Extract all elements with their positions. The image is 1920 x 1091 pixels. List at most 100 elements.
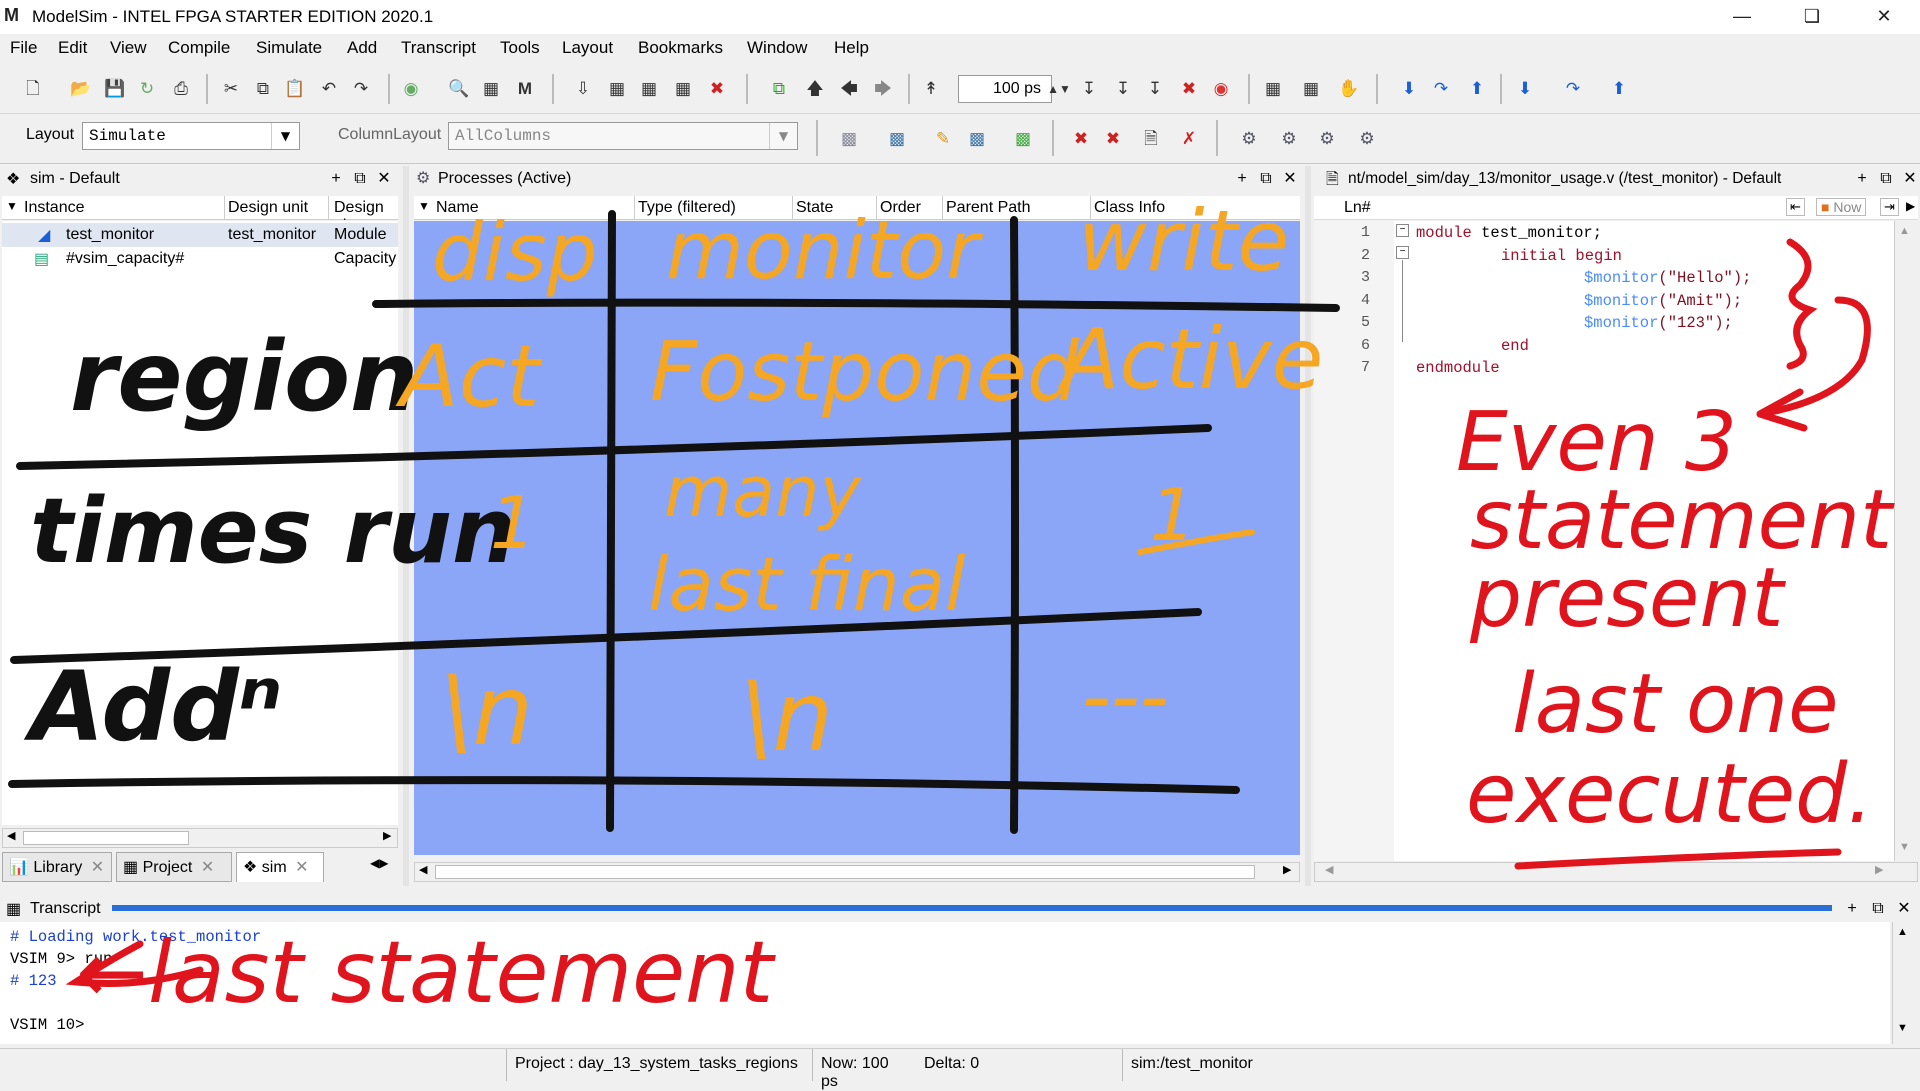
step-out-icon[interactable]: ⬆: [1464, 76, 1490, 102]
scrollbar-thumb[interactable]: [23, 831, 189, 845]
col-type[interactable]: Type (filtered): [638, 199, 736, 217]
processes-horizontal-scrollbar[interactable]: ◀ ▶: [414, 862, 1300, 882]
scroll-left-icon[interactable]: ◀: [1325, 863, 1333, 876]
title-gripper[interactable]: [112, 905, 1832, 911]
cut-icon[interactable]: ✂: [218, 76, 244, 102]
restart-icon[interactable]: ↟: [918, 76, 944, 102]
table-row[interactable]: ◢ test_monitor test_monitor Module: [2, 223, 398, 247]
expand-icon[interactable]: ✖: [1100, 126, 1126, 152]
next-icon[interactable]: ⇥: [1880, 198, 1899, 216]
break-run-icon[interactable]: ✖: [1176, 76, 1202, 102]
gear-icon[interactable]: ⚙: [1354, 126, 1380, 152]
memory-icon[interactable]: ▦: [1298, 76, 1324, 102]
menu-add[interactable]: Add: [347, 38, 377, 58]
sim-horizontal-scrollbar[interactable]: ◀ ▶: [2, 828, 398, 848]
paste-icon[interactable]: 📋: [282, 76, 308, 102]
gear-icon[interactable]: ⚙: [1236, 126, 1262, 152]
minimize-icon[interactable]: —: [1714, 0, 1770, 34]
close-icon[interactable]: ✕: [1900, 169, 1920, 189]
tab-library[interactable]: 📊 Library ✕: [2, 852, 112, 882]
continue-icon[interactable]: ↧: [1110, 76, 1136, 102]
undock-icon[interactable]: ⧉: [350, 169, 370, 189]
page-icon[interactable]: 🗎: [1138, 126, 1164, 152]
col-parent-path[interactable]: Parent Path: [946, 199, 1031, 217]
menu-file[interactable]: File: [10, 38, 37, 58]
col-order[interactable]: Order: [880, 199, 921, 217]
scroll-down-icon[interactable]: ▼: [1899, 841, 1910, 853]
undock-icon[interactable]: ⧉: [1868, 899, 1888, 919]
stop-icon[interactable]: ◉: [1208, 76, 1234, 102]
filter-icon[interactable]: ▼: [418, 199, 430, 213]
col-instance[interactable]: Instance: [24, 199, 84, 217]
run-all-icon[interactable]: ↧: [1142, 76, 1168, 102]
transcript-prompt[interactable]: VSIM 10>: [10, 1016, 84, 1034]
reload-icon[interactable]: ↻: [134, 76, 160, 102]
menu-help[interactable]: Help: [834, 38, 869, 58]
layout-select[interactable]: Simulate ▼: [82, 122, 300, 150]
close-icon[interactable]: ✕: [1894, 899, 1914, 919]
scroll-up-icon[interactable]: ▲: [1899, 225, 1910, 237]
modelsim-icon[interactable]: M: [512, 76, 538, 102]
add-icon[interactable]: +: [1852, 169, 1872, 189]
compile-icon[interactable]: ◉: [398, 76, 424, 102]
menu-edit[interactable]: Edit: [58, 38, 87, 58]
delete-break-icon[interactable]: ✖: [704, 76, 730, 102]
save-icon[interactable]: 💾: [102, 76, 128, 102]
menu-bookmarks[interactable]: Bookmarks: [638, 38, 723, 58]
menu-compile[interactable]: Compile: [168, 38, 230, 58]
col-name[interactable]: Name: [436, 199, 479, 217]
col-design-unit[interactable]: Design unit: [228, 199, 308, 217]
step-down-icon[interactable]: ⬇: [1512, 76, 1538, 102]
transcript-vertical-scrollbar[interactable]: ▲ ▼: [1892, 922, 1912, 1044]
run-icon[interactable]: ↧: [1076, 76, 1102, 102]
add-icon[interactable]: +: [326, 169, 346, 189]
now-button[interactable]: ■ Now: [1816, 198, 1867, 216]
prev-icon[interactable]: ⇤: [1786, 198, 1805, 216]
open-folder-icon[interactable]: 📂: [68, 76, 94, 102]
break-icon[interactable]: ▦: [670, 76, 696, 102]
collapse-icon[interactable]: ✖: [1068, 126, 1094, 152]
add-icon[interactable]: +: [1842, 899, 1862, 919]
splitter[interactable]: [1305, 166, 1311, 886]
copy-green-icon[interactable]: ⧉: [766, 76, 792, 102]
print-icon[interactable]: ⎙: [168, 76, 194, 102]
source-horizontal-scrollbar[interactable]: ◀ ▶: [1314, 862, 1918, 882]
splitter[interactable]: [403, 166, 409, 886]
forward-arrow-icon[interactable]: 🡆: [870, 76, 896, 102]
edit-icon[interactable]: ✎: [930, 126, 956, 152]
close-icon[interactable]: ✕: [295, 859, 308, 876]
maximize-icon[interactable]: ❏: [1784, 0, 1840, 34]
wave-add2-icon[interactable]: ▩: [884, 126, 910, 152]
menu-layout[interactable]: Layout: [562, 38, 613, 58]
grid-icon[interactable]: ▦: [478, 76, 504, 102]
chevron-down-icon[interactable]: ▼: [271, 123, 299, 149]
step-up-icon[interactable]: ⬆: [1606, 76, 1632, 102]
chevron-down-icon[interactable]: ▼: [769, 123, 797, 149]
menu-simulate[interactable]: Simulate: [256, 38, 322, 58]
up-arrow-icon[interactable]: 🡅: [802, 76, 828, 102]
clear-icon[interactable]: ✗: [1176, 126, 1202, 152]
close-icon[interactable]: ✕: [1280, 169, 1300, 189]
wave-add3-icon[interactable]: ▩: [964, 126, 990, 152]
col-class-info[interactable]: Class Info: [1094, 199, 1165, 217]
run-length-input[interactable]: 100 ps: [958, 75, 1052, 103]
add-icon[interactable]: +: [1232, 169, 1252, 189]
spin-icon[interactable]: ▲▼: [1046, 76, 1072, 102]
fold-icon[interactable]: −: [1396, 224, 1409, 237]
scroll-right-icon[interactable]: ▶: [1906, 199, 1915, 213]
step-into-icon[interactable]: ⇩: [570, 76, 596, 102]
scroll-down-icon[interactable]: ▼: [1897, 1022, 1908, 1034]
scroll-up-icon[interactable]: ▲: [1897, 926, 1908, 938]
scroll-right-icon[interactable]: ▶: [1875, 863, 1883, 876]
menu-tools[interactable]: Tools: [500, 38, 540, 58]
close-icon[interactable]: ✕: [91, 859, 104, 876]
scrollbar-thumb[interactable]: [435, 865, 1255, 879]
source-vertical-scrollbar[interactable]: ▲ ▼: [1894, 221, 1914, 861]
table2-icon[interactable]: ▦: [636, 76, 662, 102]
scroll-right-icon[interactable]: ▶: [383, 829, 391, 842]
performance-icon[interactable]: ▦: [1260, 76, 1286, 102]
hand-icon[interactable]: ✋: [1336, 76, 1362, 102]
close-icon[interactable]: ✕: [201, 859, 214, 876]
close-icon[interactable]: ✕: [374, 169, 394, 189]
tab-scroll-icon[interactable]: ◀▶: [370, 856, 388, 870]
